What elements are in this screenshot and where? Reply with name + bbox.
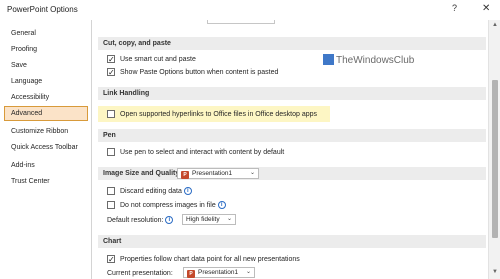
section-header-link-handling: Link Handling (98, 87, 486, 100)
section-header-cut-copy-paste: Cut, copy, and paste (98, 37, 486, 50)
options-sidebar: General Proofing Save Language Accessibi… (0, 20, 92, 279)
title-bar: PowerPoint Options ? ✕ (0, 0, 500, 20)
chevron-down-icon: ⌄ (226, 216, 232, 222)
sidebar-item-general[interactable]: General (4, 26, 88, 41)
powerpoint-file-icon: P (187, 270, 195, 278)
info-icon[interactable]: i (217, 201, 226, 210)
current-presentation-value: Presentation1 (198, 269, 239, 276)
scrollbar-thumb[interactable] (492, 80, 498, 238)
paste-options-label: Show Paste Options button when content i… (120, 69, 279, 76)
discard-editing-label: Discard editing data i (120, 186, 192, 197)
paste-options-checkbox[interactable] (107, 67, 115, 78)
discard-editing-checkbox[interactable] (107, 187, 115, 195)
default-resolution-row: Default resolution: i (107, 215, 174, 226)
default-resolution-value: High fidelity (186, 216, 220, 223)
default-resolution-label: Default resolution: i (107, 216, 174, 225)
info-icon[interactable]: i (165, 216, 174, 225)
scroll-up-arrow-icon[interactable]: ▲ (489, 21, 500, 30)
section-header-pen: Pen (98, 129, 486, 142)
current-presentation-label: Current presentation: (107, 270, 173, 277)
smart-cut-label: Use smart cut and paste (120, 56, 196, 63)
close-button[interactable]: ✕ (482, 3, 490, 14)
section-header-image-size-quality: Image Size and Quality (98, 167, 486, 180)
image-quality-presentation-dropdown[interactable]: P Presentation1 ⌄ (177, 168, 259, 179)
chevron-down-icon: ⌄ (245, 269, 251, 275)
vertical-scrollbar[interactable]: ▲ ▼ (488, 20, 500, 279)
section-header-chart: Chart (98, 235, 486, 248)
help-button[interactable]: ? (452, 3, 457, 13)
presentation-dropdown-value: Presentation1 (192, 170, 233, 177)
sidebar-item-language[interactable]: Language (4, 74, 88, 89)
open-hyperlinks-checkbox[interactable] (107, 110, 115, 118)
sidebar-item-advanced[interactable]: Advanced (4, 106, 88, 121)
powerpoint-file-icon: P (181, 171, 189, 179)
partial-dropdown[interactable] (207, 20, 275, 24)
sidebar-item-accessibility[interactable]: Accessibility (4, 90, 88, 105)
use-pen-checkbox[interactable] (107, 148, 115, 156)
chevron-down-icon: ⌄ (249, 170, 255, 176)
sidebar-item-quick-access-toolbar[interactable]: Quick Access Toolbar (4, 140, 88, 155)
properties-follow-checkbox[interactable] (107, 254, 115, 265)
sidebar-item-trust-center[interactable]: Trust Center (4, 174, 88, 189)
scroll-down-arrow-icon[interactable]: ▼ (489, 268, 500, 277)
info-icon[interactable]: i (183, 187, 192, 196)
sidebar-item-save[interactable]: Save (4, 58, 88, 73)
window-title: PowerPoint Options (7, 5, 78, 14)
properties-follow-label: Properties follow chart data point for a… (120, 256, 300, 263)
no-compress-label: Do not compress images in file i (120, 200, 226, 211)
open-hyperlinks-label: Open supported hyperlinks to Office file… (120, 111, 318, 118)
default-resolution-dropdown[interactable]: High fidelity ⌄ (182, 214, 236, 225)
current-presentation-dropdown[interactable]: P Presentation1 ⌄ (183, 267, 255, 278)
smart-cut-checkbox[interactable] (107, 54, 115, 65)
watermark: TheWindowsClub (323, 54, 414, 68)
watermark-text: TheWindowsClub (336, 55, 415, 66)
use-pen-label: Use pen to select and interact with cont… (120, 149, 285, 156)
sidebar-item-proofing[interactable]: Proofing (4, 42, 88, 57)
advanced-options-panel: Cut, copy, and paste Use smart cut and p… (93, 20, 488, 279)
windowsclub-logo-icon (323, 54, 334, 65)
sidebar-item-add-ins[interactable]: Add-ins (4, 158, 88, 173)
no-compress-checkbox[interactable] (107, 201, 115, 209)
sidebar-item-customize-ribbon[interactable]: Customize Ribbon (4, 124, 88, 139)
